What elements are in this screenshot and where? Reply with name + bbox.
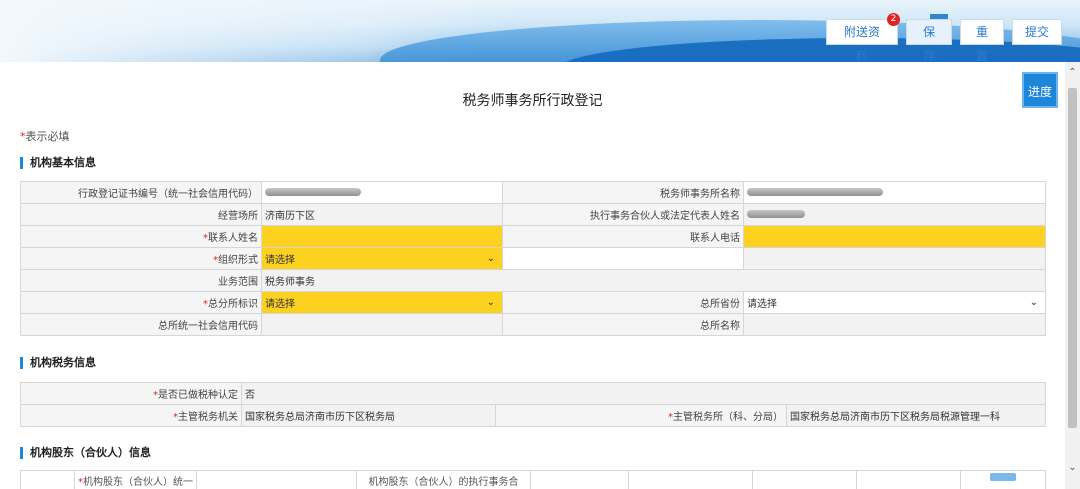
firm-name-field[interactable]	[743, 181, 1046, 204]
branch-select[interactable]: 请选择 ⌄	[261, 291, 503, 314]
org-form-label: *组织形式	[20, 247, 262, 270]
chevron-down-icon: ⌄	[486, 253, 495, 264]
section-title-tax: 机构税务信息	[20, 357, 96, 369]
add-row-button[interactable]	[990, 473, 1016, 481]
scope-value: 税务师事务	[261, 269, 1046, 292]
table-row: *组织形式 请选择 ⌄	[20, 247, 1046, 270]
firm-name-label: 税务师事务所名称	[502, 181, 744, 204]
cert-code-field[interactable]	[261, 181, 503, 204]
contact-phone-label: 联系人电话	[502, 225, 744, 248]
table-row: *主管税务机关 国家税务总局济南市历下区税务局 *主管税务所（科、分局） 国家税…	[20, 404, 1047, 427]
redacted-value	[747, 210, 805, 218]
scroll-down-arrow-icon[interactable]: ⌄	[1065, 461, 1080, 475]
chevron-down-icon: ⌄	[486, 297, 495, 308]
required-note: *表示必填	[20, 128, 70, 144]
branch-label-text: 总分所标识	[208, 299, 258, 310]
header-cell	[752, 470, 857, 489]
hq-name-field	[743, 313, 1046, 336]
tax-info-table: *是否已做税种认定 否 *主管税务机关 国家税务总局济南市历下区税务局 *主管税…	[20, 382, 1047, 427]
attach-count-badge: 2	[887, 13, 900, 26]
authority-value: 国家税务总局济南市历下区税务局	[241, 404, 496, 427]
hq-province-select[interactable]: 请选择 ⌄	[743, 291, 1046, 314]
required-note-text: 表示必填	[25, 130, 70, 143]
empty-cell	[502, 247, 744, 270]
address-value: 济南历下区	[261, 203, 503, 226]
recognized-value: 否	[240, 382, 1047, 405]
header-banner: 附送资料 2 保存 重置 提交	[0, 0, 1080, 62]
office-label: *主管税务所（科、分局）	[495, 404, 787, 427]
page-title: 税务师事务所行政登记	[462, 93, 603, 109]
toolbar: 附送资料 2 保存 重置 提交	[826, 13, 1062, 62]
empty-cell	[743, 247, 1046, 270]
save-button[interactable]: 保存	[906, 19, 952, 62]
address-label: 经营场所	[20, 203, 262, 226]
branch-value: 请选择	[265, 299, 295, 310]
contact-name-input[interactable]	[261, 225, 503, 248]
chevron-down-icon: ⌄	[1029, 297, 1038, 308]
contact-phone-input[interactable]	[743, 225, 1046, 248]
basic-info-table: 行政登记证书编号（统一社会信用代码） 税务师事务所名称 经营场所 济南历下区 执…	[20, 181, 1046, 336]
table-row: 业务范围 税务师事务	[20, 269, 1046, 292]
redacted-value	[747, 188, 883, 196]
section-title-shareholders: 机构股东（合伙人）信息	[20, 447, 151, 459]
table-row: *联系人姓名 联系人电话	[20, 225, 1046, 248]
authority-label-text: 主管税务机关	[178, 412, 238, 423]
table-row: 总所统一社会信用代码 总所名称	[20, 313, 1046, 336]
office-value: 国家税务总局济南市历下区税务局税源管理一科	[785, 404, 1047, 427]
org-form-label-text: 组织形式	[218, 255, 258, 266]
header-cell-text: 机构股东（合伙人）统一	[83, 477, 193, 488]
authority-label: *主管税务机关	[20, 404, 242, 427]
header-cell-shareholder-code: *机构股东（合伙人）统一	[74, 470, 197, 489]
hq-province-value: 请选择	[747, 299, 777, 310]
contact-name-label: *联系人姓名	[20, 225, 262, 248]
hq-code-label: 总所统一社会信用代码	[20, 313, 262, 336]
office-label-text: 主管税务所（科、分局）	[673, 412, 783, 423]
header-cell	[530, 470, 629, 489]
table-row: 经营场所 济南历下区 执行事务合伙人或法定代表人姓名	[20, 203, 1046, 226]
submit-button[interactable]: 提交	[1012, 19, 1062, 45]
partner-label: 执行事务合伙人或法定代表人姓名	[502, 203, 744, 226]
scroll-thumb[interactable]	[1068, 88, 1077, 428]
recognized-label: *是否已做税种认定	[20, 382, 242, 405]
table-row: *是否已做税种认定 否	[20, 382, 1047, 405]
scope-label: 业务范围	[20, 269, 262, 292]
header-cell-shareholder-partner: 机构股东（合伙人）的执行事务合	[356, 470, 531, 489]
header-cell-add[interactable]	[960, 470, 1046, 489]
redacted-value	[265, 188, 361, 196]
section-title-basic: 机构基本信息	[20, 157, 96, 169]
reset-button[interactable]: 重置	[960, 19, 1004, 62]
contact-name-label-text: 联系人姓名	[208, 233, 258, 244]
cert-code-label: 行政登记证书编号（统一社会信用代码）	[20, 181, 262, 204]
header-cell	[856, 470, 961, 489]
org-form-select[interactable]: 请选择 ⌄	[261, 247, 503, 270]
hq-name-label: 总所名称	[502, 313, 744, 336]
partner-field	[743, 203, 1046, 226]
header-cell	[20, 470, 75, 489]
hq-province-label: 总所省份	[502, 291, 744, 314]
scroll-up-arrow-icon[interactable]: ⌃	[1065, 66, 1080, 80]
recognized-label-text: 是否已做税种认定	[158, 390, 238, 401]
hq-code-field	[261, 313, 503, 336]
org-form-value: 请选择	[265, 255, 295, 266]
vertical-scrollbar[interactable]: ⌃ ⌄	[1065, 62, 1080, 489]
header-cell	[628, 470, 753, 489]
table-row: *总分所标识 请选择 ⌄ 总所省份 请选择 ⌄	[20, 291, 1046, 314]
table-row: *机构股东（合伙人）统一 机构股东（合伙人）的执行事务合	[20, 470, 1046, 489]
branch-label: *总分所标识	[20, 291, 262, 314]
attach-button[interactable]: 附送资料 2	[826, 13, 900, 62]
header-cell	[196, 470, 357, 489]
table-row: 行政登记证书编号（统一社会信用代码） 税务师事务所名称	[20, 181, 1046, 204]
shareholders-table: *机构股东（合伙人）统一 机构股东（合伙人）的执行事务合	[20, 470, 1046, 489]
